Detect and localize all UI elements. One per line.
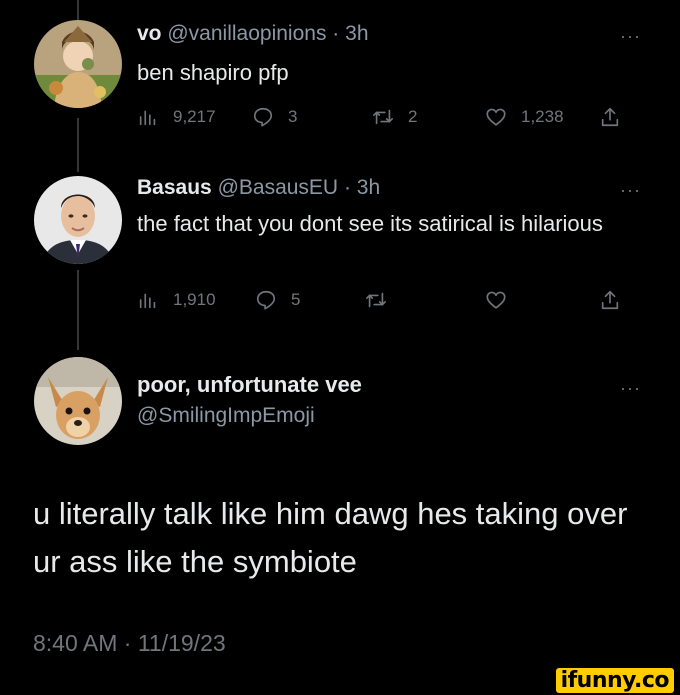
tweet-2-share[interactable] <box>599 287 621 313</box>
main-tweet-name[interactable]: poor, unfortunate vee <box>137 372 362 398</box>
tweet-2-views-count: 1,910 <box>173 290 216 309</box>
tweet-1-retweet[interactable]: 2 <box>372 104 417 130</box>
tweet-2-actions: 1,910 5 <box>137 287 637 313</box>
tweet-1-header: vo @vanillaopinions · 3h <box>137 22 369 46</box>
tweet-1-views-count: 9,217 <box>173 107 216 126</box>
avatar-vee[interactable] <box>34 357 122 445</box>
avatar-image <box>34 357 122 445</box>
retweet-icon <box>373 109 393 125</box>
main-tweet-text: u literally talk like him dawg hes takin… <box>33 496 628 579</box>
reply-icon <box>253 107 273 127</box>
tweet-1-like-count: 1,238 <box>521 107 564 126</box>
share-icon <box>601 290 619 310</box>
more-icon[interactable]: ··· <box>620 180 641 201</box>
tweet-2-like[interactable] <box>485 287 507 313</box>
reply-icon <box>256 290 276 310</box>
avatar-basaus[interactable] <box>34 176 122 264</box>
tweet-1-like[interactable]: 1,238 <box>485 104 564 130</box>
avatar-image <box>34 176 122 264</box>
tweet-1-retweet-count: 2 <box>408 107 418 126</box>
tweet-2-name[interactable]: Basaus <box>137 176 212 199</box>
tweet-2-views[interactable]: 1,910 <box>137 287 216 313</box>
tweet-1-sep: · <box>332 22 340 45</box>
tweet-1-handle[interactable]: @vanillaopinions <box>167 22 326 45</box>
avatar-vo[interactable] <box>34 20 122 108</box>
tweet-1-text: ben shapiro pfp <box>137 60 289 85</box>
share-icon <box>601 107 619 127</box>
thread-line-2 <box>77 270 79 350</box>
tweet-2-sep: · <box>343 176 351 199</box>
like-icon <box>486 108 506 126</box>
main-tweet-timestamp[interactable]: 8:40 AM · 11/19/23 <box>33 630 226 657</box>
tweet-1-share[interactable] <box>599 104 621 130</box>
views-icon <box>139 293 156 309</box>
tweet-2-reply-count: 5 <box>291 290 301 309</box>
like-icon <box>486 291 506 309</box>
views-icon <box>139 110 156 126</box>
thread-line-top <box>77 0 79 20</box>
thread-line-1 <box>77 118 79 172</box>
tweet-1-views[interactable]: 9,217 <box>137 104 216 130</box>
tweet-2-time[interactable]: 3h <box>357 176 380 199</box>
tweet-1-actions: 9,217 3 2 1,238 <box>137 104 637 130</box>
more-icon[interactable]: ··· <box>620 378 641 399</box>
main-tweet-handle[interactable]: @SmilingImpEmoji <box>137 404 315 428</box>
tweet-2-text: the fact that you dont see its satirical… <box>137 211 603 236</box>
more-icon[interactable]: ··· <box>620 26 641 47</box>
retweet-icon <box>366 292 386 308</box>
tweet-2-reply[interactable]: 5 <box>255 287 300 313</box>
tweet-2-handle[interactable]: @BasausEU <box>218 176 339 199</box>
tweet-1-name[interactable]: vo <box>137 22 162 45</box>
tweet-2-retweet[interactable] <box>365 287 387 313</box>
tweet-1-reply[interactable]: 3 <box>252 104 297 130</box>
tweet-1-time[interactable]: 3h <box>345 22 368 45</box>
watermark: ifunny.co <box>555 668 674 693</box>
avatar-image <box>34 20 122 108</box>
tweet-1-reply-count: 3 <box>288 107 298 126</box>
tweet-2-header: Basaus @BasausEU · 3h <box>137 176 380 200</box>
